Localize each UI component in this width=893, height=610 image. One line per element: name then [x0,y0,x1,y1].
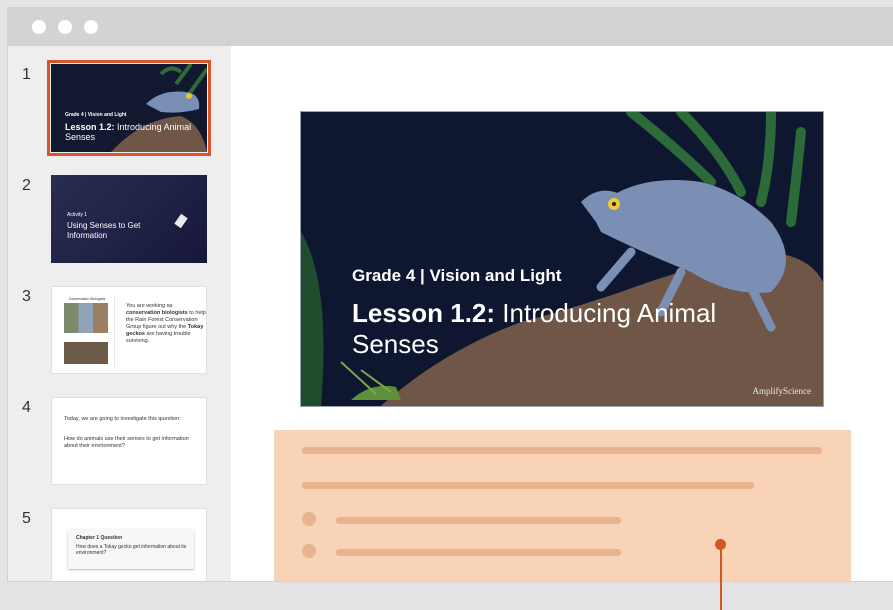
thumbnail-number: 2 [22,177,31,194]
thumb-chapter-heading: Chapter 1 Question [76,535,123,541]
thumbnail-row-5[interactable]: 5 Chapter 1 Question How does a Tokay ge… [8,490,231,581]
thumbnail-row-2[interactable]: 2 Activity 1 Using Senses to Get Informa… [8,157,231,263]
close-window-icon[interactable] [32,20,46,34]
thumbnail-row-4[interactable]: 4 Today, we are going to investigate thi… [8,379,231,485]
notes-placeholder-line [302,447,822,454]
thumbnail-number: 5 [22,510,31,527]
thumb-chapter-question: How does a Tokay gecko get information a… [76,544,187,556]
slide-thumbnail-panel: 1 Grade 4 | Vision and Light Lesson 1.2:… [8,46,231,581]
slide-thumbnail-4[interactable]: Today, we are going to investigate this … [51,397,207,485]
text-part: You are working as [126,303,173,309]
thumb-intro-text: Today, we are going to investigate this … [64,416,181,422]
thumbnail-number: 3 [22,288,31,305]
slide-thumbnail-5[interactable]: Chapter 1 Question How does a Tokay geck… [51,508,207,581]
slide-thumbnail-3[interactable]: Conservation Biologists You are working … [51,286,207,374]
thumb-heading: Conservation Biologists [68,297,106,301]
amplify-science-logo: AmplifyScience [752,386,811,396]
thumbnail-number: 4 [22,399,31,416]
notes-placeholder-line [336,549,621,556]
notes-placeholder-line [336,517,621,524]
thumb-lesson-prefix: Lesson 1.2: [65,122,115,132]
slide-grade-line: Grade 4 | Vision and Light [352,266,562,285]
column-divider [114,297,120,367]
thumbnail-row-3[interactable]: 3 Conservation Biologists You are workin… [8,268,231,374]
notes-placeholder-line [302,482,754,489]
flashlight-icon [174,213,188,229]
thumb-body-text: You are working as conservation biologis… [126,303,206,345]
thumb-activity-title: Using Senses to Get Information [67,221,141,240]
slide-editor: Grade 4 | Vision and Light Lesson 1.2: I… [231,46,893,581]
thumb-question-text: How do animals use their senses to get i… [64,436,189,449]
bold-part: conservation biologists [126,310,188,316]
thumb-activity-label: Activity 1 [67,212,88,218]
gecko-photo [64,342,108,364]
slide-lesson-name-line2: Senses [352,329,439,359]
notes-bullet-icon [302,544,316,558]
slide-thumbnail-1[interactable]: Grade 4 | Vision and Light Lesson 1.2: I… [47,60,211,156]
slide-lesson-prefix: Lesson 1.2: [352,298,496,328]
callout-pointer-line [720,545,722,610]
thumbnail-number: 1 [22,66,31,83]
title-bar [8,8,893,46]
thumb-lesson-title: Lesson 1.2: Introducing Animal Senses [65,122,195,142]
slide-lesson-name-line1: Introducing Animal [502,298,717,328]
thumb-grade-text: Grade 4 | Vision and Light [65,112,127,118]
slide-thumbnail-2[interactable]: Activity 1 Using Senses to Get Informati… [51,175,207,263]
maximize-window-icon[interactable] [84,20,98,34]
main-slide[interactable]: Grade 4 | Vision and Light Lesson 1.2: I… [300,111,824,407]
app-window: 1 Grade 4 | Vision and Light Lesson 1.2:… [8,8,893,581]
gecko-scene-illustration [301,112,823,406]
slide-lesson-title: Lesson 1.2: Introducing Animal Senses [352,298,792,360]
notes-bullet-icon [302,512,316,526]
question-card: Chapter 1 Question How does a Tokay geck… [68,529,194,569]
photo-grid [64,303,108,333]
thumbnail-row-1[interactable]: 1 Grade 4 | Vision and Light Lesson 1.2:… [8,46,231,156]
speaker-notes-area[interactable] [274,430,851,581]
minimize-window-icon[interactable] [58,20,72,34]
